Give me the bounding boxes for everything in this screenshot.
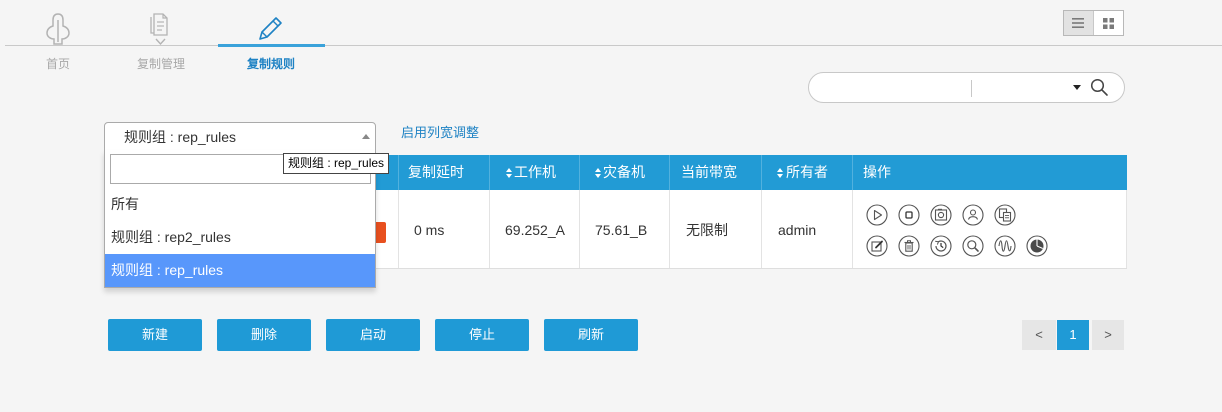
table-header-backup-machine[interactable]: 灾备机 bbox=[580, 155, 670, 190]
header-label: 工作机 bbox=[514, 164, 556, 180]
search-icon[interactable] bbox=[962, 235, 984, 257]
header-label: 当前带宽 bbox=[681, 164, 737, 180]
pagination-next[interactable]: > bbox=[1092, 320, 1124, 350]
delete-button[interactable]: 删除 bbox=[217, 319, 311, 351]
header-label: 操作 bbox=[863, 164, 891, 180]
table-cell-work-machine: 69.252_A bbox=[490, 190, 580, 268]
table-cell-bandwidth: 无限制 bbox=[670, 190, 762, 268]
replication-management-icon bbox=[150, 13, 168, 46]
page: 首页 复制管理 复制规则 规则组: rep_rules 启用列宽调整 复制延时… bbox=[0, 0, 1222, 412]
history-icon[interactable] bbox=[930, 235, 952, 257]
list-view-button[interactable] bbox=[1064, 11, 1094, 35]
search-box bbox=[808, 72, 1125, 103]
pencil-icon bbox=[259, 17, 282, 40]
edit-icon[interactable] bbox=[866, 235, 888, 257]
pagination-prev[interactable]: < bbox=[1022, 320, 1056, 350]
table-header-operations: 操作 bbox=[853, 155, 1127, 190]
rule-group-selected: 规则组 : rep_rules bbox=[124, 129, 237, 145]
sort-icon[interactable] bbox=[777, 168, 783, 178]
sort-icon[interactable] bbox=[595, 168, 601, 178]
pagination-current-page[interactable]: 1 bbox=[1057, 320, 1089, 350]
search-icon[interactable] bbox=[1090, 78, 1109, 97]
search-divider bbox=[971, 80, 972, 97]
table-cell-replication-delay: 0 ms bbox=[399, 190, 490, 268]
search-filter-select[interactable] bbox=[973, 76, 1083, 99]
owner-icon[interactable] bbox=[962, 204, 984, 226]
replication-delay-value: 0 ms bbox=[414, 222, 445, 238]
table-cell-operations bbox=[853, 190, 1127, 268]
rule-group-select[interactable]: 规则组 : rep_rules bbox=[104, 122, 376, 151]
enable-column-resize-link[interactable]: 启用列宽调整 bbox=[401, 125, 479, 141]
nav-item-replication-rules[interactable]: 复制规则 bbox=[236, 8, 306, 71]
grid-view-button[interactable] bbox=[1094, 11, 1123, 35]
table-header-replication-delay: 复制延时 bbox=[399, 155, 490, 190]
stop-icon[interactable] bbox=[898, 204, 920, 226]
nav-item-home[interactable]: 首页 bbox=[26, 8, 90, 71]
table-header-bandwidth: 当前带宽 bbox=[670, 155, 762, 190]
statistics-icon[interactable] bbox=[1026, 235, 1048, 257]
header-label: 灾备机 bbox=[603, 164, 645, 180]
work-machine-value: 69.252_A bbox=[505, 222, 565, 238]
grid-view-icon bbox=[1102, 17, 1114, 29]
snapshot-icon[interactable] bbox=[930, 204, 952, 226]
stop-button[interactable]: 停止 bbox=[435, 319, 529, 351]
start-icon[interactable] bbox=[866, 204, 888, 226]
copy-icon[interactable] bbox=[994, 204, 1016, 226]
active-tab-indicator bbox=[218, 44, 325, 47]
header-label: 复制延时 bbox=[408, 164, 464, 180]
home-icon bbox=[46, 13, 70, 45]
refresh-button[interactable]: 刷新 bbox=[544, 319, 638, 351]
search-input[interactable] bbox=[821, 78, 966, 97]
view-toggle bbox=[1063, 10, 1124, 36]
table-cell-owner: admin bbox=[762, 190, 853, 268]
nav-item-replication-management[interactable]: 复制管理 bbox=[126, 8, 196, 71]
new-button[interactable]: 新建 bbox=[108, 319, 202, 351]
dropdown-option-rep2-rules[interactable]: 规则组 : rep2_rules bbox=[105, 221, 375, 254]
dropdown-option-rep-rules[interactable]: 规则组 : rep_rules bbox=[105, 254, 375, 287]
nav-item-label: 首页 bbox=[45, 57, 70, 71]
list-view-icon bbox=[1072, 18, 1085, 28]
table-cell-backup-machine: 75.61_B bbox=[580, 190, 670, 268]
start-button[interactable]: 启动 bbox=[326, 319, 420, 351]
nav-item-label: 复制规则 bbox=[246, 57, 295, 71]
owner-value: admin bbox=[778, 222, 817, 238]
delete-icon[interactable] bbox=[898, 235, 920, 257]
table-header-work-machine[interactable]: 工作机 bbox=[490, 155, 580, 190]
header-label: 所有者 bbox=[786, 164, 828, 180]
table-header-owner[interactable]: 所有者 bbox=[762, 155, 853, 190]
chevron-down-icon bbox=[1073, 85, 1081, 90]
chevron-up-icon bbox=[362, 134, 370, 139]
bandwidth-value: 无限制 bbox=[686, 222, 728, 238]
sort-icon[interactable] bbox=[506, 168, 512, 178]
backup-machine-value: 75.61_B bbox=[595, 222, 648, 238]
waveform-icon[interactable] bbox=[994, 235, 1016, 257]
tooltip: 规则组 : rep_rules bbox=[283, 153, 390, 174]
nav-item-label: 复制管理 bbox=[136, 57, 185, 71]
dropdown-option-all[interactable]: 所有 bbox=[105, 188, 375, 221]
